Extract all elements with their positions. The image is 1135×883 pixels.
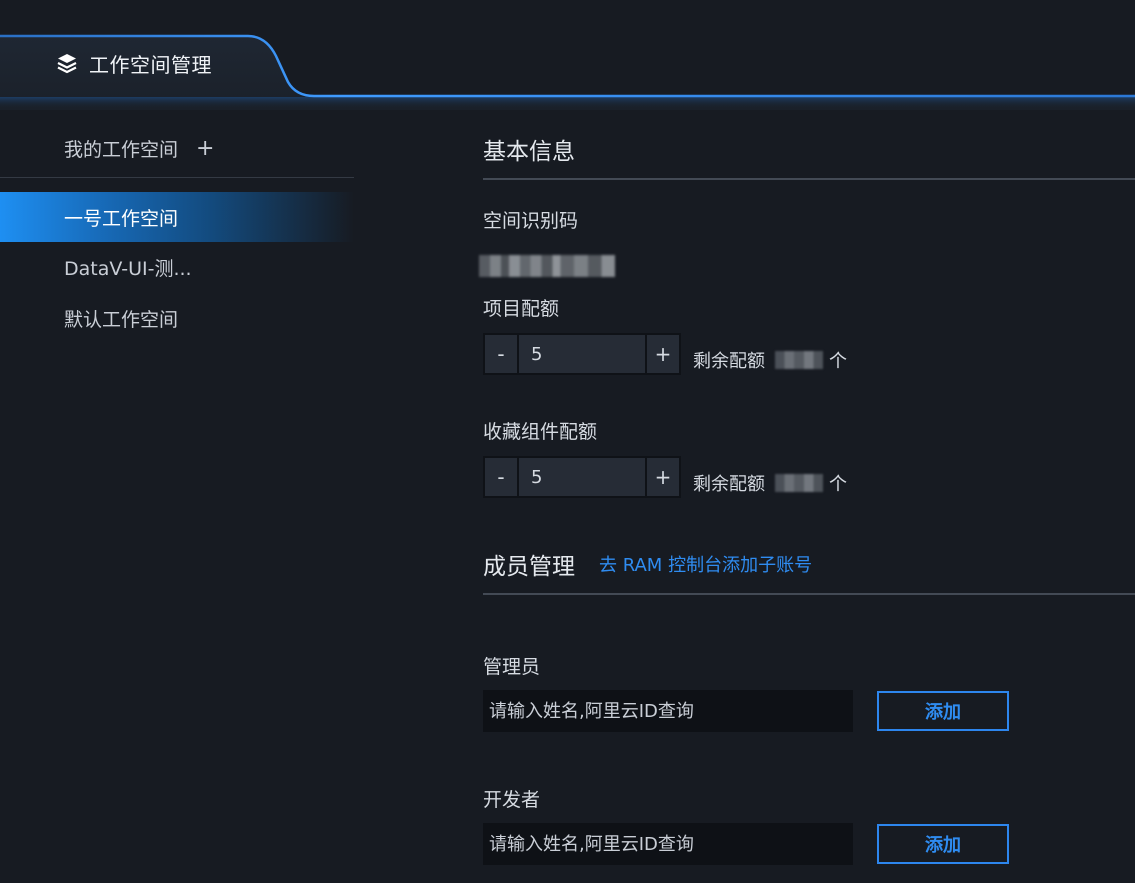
basic-info-title: 基本信息: [483, 120, 1135, 180]
project-quota-row: - 5 + 剩余配额 个: [483, 333, 847, 375]
remaining-quota-unit: 个: [829, 351, 847, 372]
component-quota-increment-button[interactable]: +: [645, 456, 681, 498]
component-quota-remaining: 剩余配额 个: [693, 468, 847, 498]
component-quota-label: 收藏组件配额: [483, 421, 598, 443]
project-quota-input[interactable]: 5: [519, 333, 645, 375]
admin-row: 添加: [483, 690, 1009, 732]
project-quota-remaining: 剩余配额 个: [693, 345, 847, 375]
project-quota-stepper: - 5 +: [483, 333, 681, 375]
developer-row: 添加: [483, 823, 1009, 865]
sidebar-item-label: 默认工作空间: [64, 309, 179, 331]
member-management-title-text: 成员管理: [483, 554, 575, 580]
admin-search-input[interactable]: [483, 690, 853, 732]
workspace-detail: 基本信息 空间识别码 项目配额 - 5 + 剩余配额 个 收藏组件配额 - 5 …: [479, 120, 1135, 865]
space-code-label: 空间识别码: [483, 210, 579, 232]
project-quota-decrement-button[interactable]: -: [483, 333, 519, 375]
workspace-sidebar: 我的工作空间 + 一号工作空间 DataV-UI-测... 默认工作空间: [0, 120, 354, 344]
project-quota-label: 项目配额: [483, 298, 560, 320]
project-quota-increment-button[interactable]: +: [645, 333, 681, 375]
add-workspace-button[interactable]: +: [196, 137, 214, 160]
component-quota-decrement-button[interactable]: -: [483, 456, 519, 498]
sidebar-heading: 我的工作空间 +: [0, 120, 354, 178]
layers-icon: [55, 51, 79, 75]
remaining-quota-value-redacted: [775, 351, 823, 369]
basic-info-title-text: 基本信息: [483, 139, 575, 165]
page-header: 工作空间管理: [0, 0, 1135, 110]
component-quota-input[interactable]: 5: [519, 456, 645, 498]
developer-search-input[interactable]: [483, 823, 853, 865]
sidebar-item-label: 一号工作空间: [64, 207, 179, 230]
header-title-text: 工作空间管理: [89, 52, 212, 77]
admin-label: 管理员: [483, 656, 541, 678]
component-quota-stepper: - 5 +: [483, 456, 681, 498]
sidebar-item-workspace-3[interactable]: 默认工作空间: [0, 293, 354, 344]
component-quota-row: - 5 + 剩余配额 个: [483, 456, 847, 498]
remaining-quota-unit: 个: [829, 474, 847, 495]
sidebar-item-label: DataV-UI-测...: [64, 258, 192, 280]
header-title: 工作空间管理: [55, 47, 212, 79]
remaining-quota-value-redacted: [775, 474, 823, 492]
sidebar-item-workspace-1[interactable]: 一号工作空间: [0, 192, 354, 242]
workspace-management-page: 工作空间管理 我的工作空间 + 一号工作空间 DataV-UI-测... 默认工…: [0, 0, 1135, 883]
space-code-value-redacted: [479, 255, 615, 277]
add-developer-button[interactable]: 添加: [877, 824, 1009, 864]
remaining-quota-label: 剩余配额: [693, 474, 765, 495]
sidebar-heading-text: 我的工作空间: [64, 139, 179, 161]
ram-console-link[interactable]: 去 RAM 控制台添加子账号: [599, 551, 812, 577]
add-admin-button[interactable]: 添加: [877, 691, 1009, 731]
developer-label: 开发者: [483, 789, 541, 811]
sidebar-item-workspace-2[interactable]: DataV-UI-测...: [0, 242, 354, 293]
member-management-title: 成员管理 去 RAM 控制台添加子账号: [483, 535, 1135, 595]
remaining-quota-label: 剩余配额: [693, 351, 765, 372]
workspace-list: 一号工作空间 DataV-UI-测... 默认工作空间: [0, 192, 354, 344]
